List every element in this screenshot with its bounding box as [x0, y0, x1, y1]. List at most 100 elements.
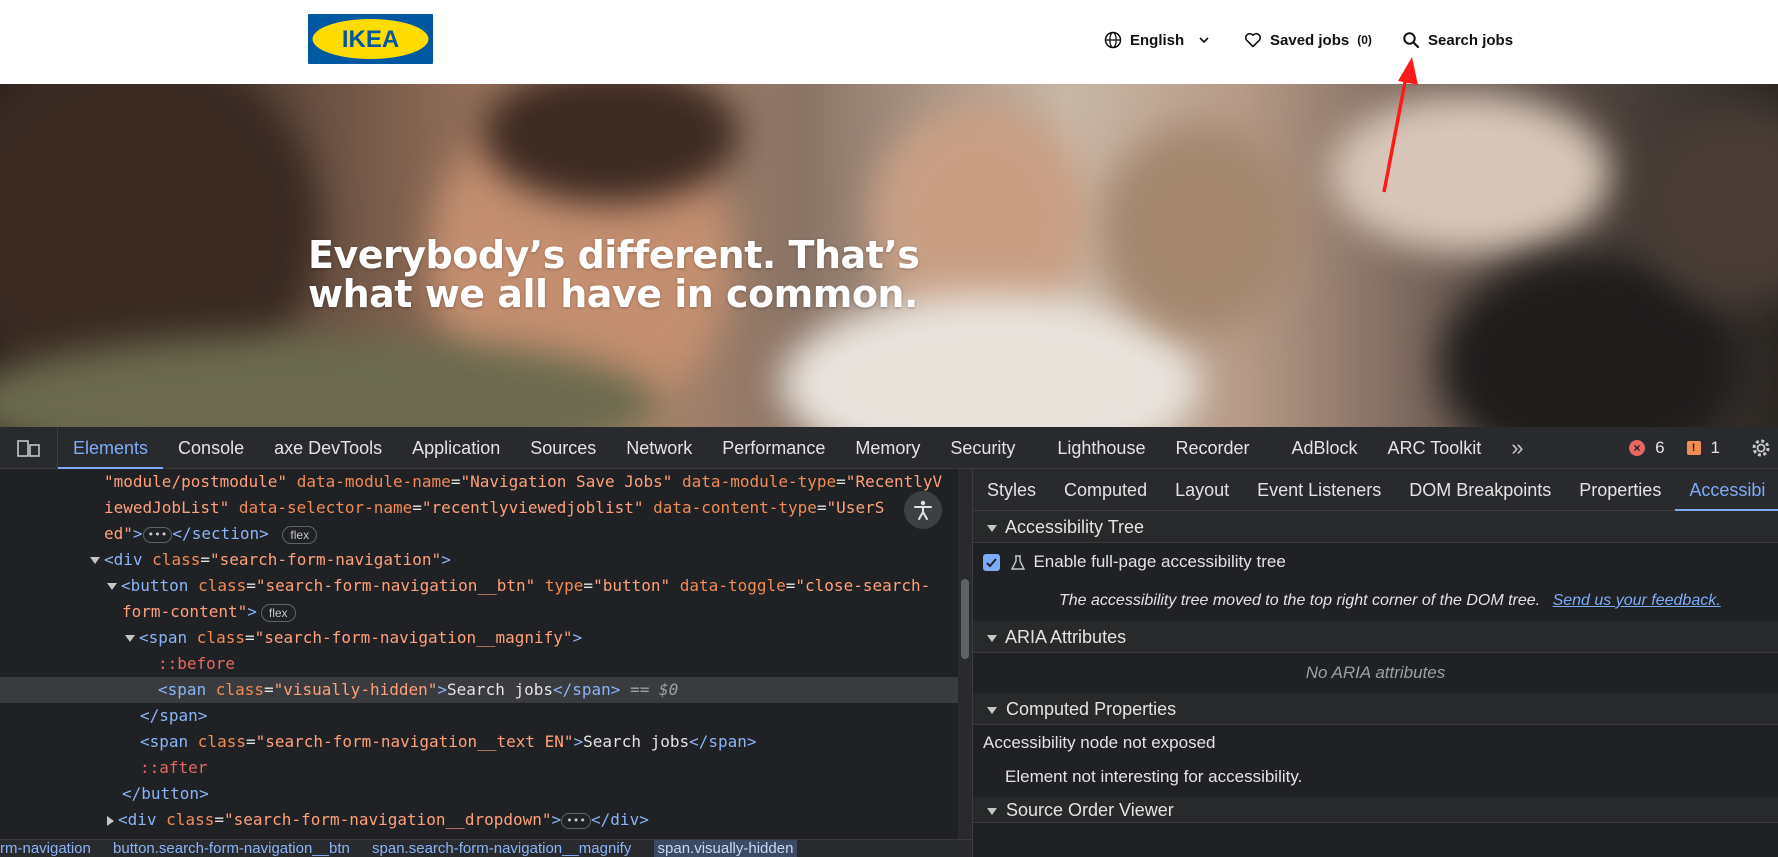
scrollbar-thumb[interactable]: [961, 579, 969, 659]
tab-properties[interactable]: Properties: [1565, 469, 1675, 511]
saved-jobs-count: (0): [1357, 33, 1372, 47]
section-title: Accessibility Tree: [1005, 517, 1145, 537]
section-title: ARIA Attributes: [1005, 627, 1127, 647]
dom-class-value: search-form-navigation__text EN: [265, 732, 564, 751]
dom-pseudo-before: ::before: [158, 654, 236, 673]
gear-icon[interactable]: [1750, 437, 1772, 459]
dom-line[interactable]: <div class="search-form-navigation">: [0, 547, 958, 573]
tab-styles[interactable]: Styles: [973, 469, 1050, 511]
dom-line[interactable]: iewedJobList" data-selector-name="recent…: [0, 495, 958, 521]
dom-closing-tag: </span>: [553, 680, 621, 699]
search-jobs-label: Search jobs: [1428, 31, 1514, 49]
tab-sources[interactable]: Sources: [515, 427, 611, 469]
side-pane: Styles Computed Layout Event Listeners D…: [972, 469, 1778, 857]
more-tabs-button[interactable]: »: [1496, 427, 1538, 469]
accessibility-person-icon[interactable]: [904, 491, 942, 529]
hero-photo-shape: [1100, 124, 1300, 334]
dom-pseudo-after: ::after: [140, 758, 208, 777]
search-jobs-button[interactable]: Search jobs: [1402, 27, 1513, 53]
tab-network[interactable]: Network: [611, 427, 707, 469]
tab-arc-toolkit[interactable]: ARC Toolkit: [1373, 427, 1497, 469]
tab-computed[interactable]: Computed: [1050, 469, 1161, 511]
section-accessibility-tree[interactable]: Accessibility Tree: [973, 511, 1778, 543]
breadcrumb-item-selected[interactable]: span.visually-hidden: [653, 840, 798, 857]
expand-toggle[interactable]: [90, 557, 100, 564]
warning-count[interactable]: 1: [1711, 438, 1720, 458]
chevron-down-icon: [1199, 37, 1209, 44]
tab-performance[interactable]: Performance: [707, 427, 840, 469]
collapsed-content[interactable]: •••: [561, 812, 592, 829]
dom-line[interactable]: </span>: [0, 703, 958, 729]
tab-dom-breakpoints[interactable]: DOM Breakpoints: [1395, 469, 1565, 511]
search-icon: [1403, 32, 1420, 49]
dom-class-value: search-form-navigation__dropdown: [233, 810, 542, 829]
dom-class-value: search-form-navigation: [219, 550, 432, 569]
dom-line[interactable]: <div class="search-form-navigation__drop…: [0, 807, 958, 833]
breadcrumb-item[interactable]: button.search-form-navigation__btn: [113, 840, 350, 857]
dom-line[interactable]: "module/postmodule" data-module-name="Na…: [0, 469, 958, 495]
site-header: IKEA English Saved jobs (0) Search jobs: [0, 0, 1778, 84]
dom-line[interactable]: <span class="search-form-navigation__mag…: [0, 625, 958, 651]
dom-line[interactable]: form-content"> flex: [0, 599, 958, 625]
section-title: Computed Properties: [1006, 699, 1177, 719]
dom-line-selected[interactable]: <span class="visually-hidden">Search job…: [0, 677, 958, 703]
dom-line[interactable]: </button>: [0, 781, 958, 807]
tab-event-listeners[interactable]: Event Listeners: [1243, 469, 1395, 511]
dom-attr-value: "RecentlyV: [845, 472, 943, 491]
saved-jobs-link[interactable]: Saved jobs (0): [1244, 27, 1372, 53]
dom-class-value: visually-hidden: [283, 680, 428, 699]
dom-text-node: Search jobs: [447, 680, 553, 699]
dom-line[interactable]: <span class="search-form-navigation__tex…: [0, 729, 958, 755]
expand-toggle[interactable]: [107, 815, 114, 826]
dom-closing-tag: </section>: [172, 524, 269, 543]
dom-line[interactable]: ::before: [0, 651, 958, 677]
breadcrumb-item[interactable]: rm-navigation: [0, 840, 91, 857]
collapsed-content[interactable]: •••: [142, 526, 173, 543]
expand-toggle[interactable]: [107, 583, 117, 590]
tab-accessibility[interactable]: Accessibi: [1675, 469, 1778, 511]
dom-tree[interactable]: "module/postmodule" data-module-name="Na…: [0, 469, 958, 839]
dom-closing-tag: </span>: [689, 732, 757, 751]
dom-line[interactable]: <button class="search-form-navigation__b…: [0, 573, 958, 599]
flex-badge[interactable]: flex: [260, 603, 296, 622]
tab-layout[interactable]: Layout: [1161, 469, 1243, 511]
section-aria-attributes[interactable]: ARIA Attributes: [973, 621, 1778, 653]
tab-lighthouse[interactable]: Lighthouse: [1042, 427, 1160, 469]
breadcrumb-item[interactable]: span.search-form-navigation__magnify: [372, 840, 631, 857]
enable-tree-checkbox[interactable]: [983, 554, 1000, 572]
dom-scrollbar[interactable]: [958, 469, 972, 839]
dom-attr-value: iewedJobList: [104, 498, 220, 517]
tab-axe-devtools[interactable]: axe DevTools: [259, 427, 397, 469]
dom-line[interactable]: ::after: [0, 755, 958, 781]
expand-toggle[interactable]: [125, 635, 135, 642]
selected-node-ref: == $0: [630, 680, 679, 699]
tab-console[interactable]: Console: [163, 427, 259, 469]
enable-tree-row: Enable full-page accessibility tree: [973, 543, 1778, 581]
ikea-logo[interactable]: IKEA: [308, 14, 433, 64]
warning-icon[interactable]: !: [1686, 441, 1701, 455]
device-toolbar-toggle[interactable]: [0, 426, 58, 469]
dom-line[interactable]: ed"> ••• </section> flex: [0, 521, 958, 547]
tab-elements[interactable]: Elements: [58, 427, 164, 469]
moved-note-row: The accessibility tree moved to the top …: [973, 581, 1778, 621]
error-icon[interactable]: ×: [1629, 440, 1646, 456]
error-count[interactable]: 6: [1655, 438, 1664, 458]
tab-security[interactable]: Security: [935, 427, 1030, 469]
feedback-link[interactable]: Send us your feedback.: [1553, 592, 1721, 609]
section-title: Source Order Viewer: [1006, 800, 1174, 820]
enable-tree-label[interactable]: Enable full-page accessibility tree: [1033, 552, 1285, 571]
hero-banner: Everybody’s different. That’s what we al…: [0, 84, 1778, 427]
language-selector[interactable]: English: [1104, 27, 1210, 53]
dom-closing-tag: </div>: [591, 810, 649, 829]
section-computed-properties[interactable]: Computed Properties: [973, 693, 1778, 725]
dom-attr-value: "Navigation Save Jobs": [460, 472, 673, 491]
tab-application[interactable]: Application: [397, 427, 515, 469]
flex-badge[interactable]: flex: [282, 525, 318, 544]
dom-attr-value: close-search-: [805, 576, 931, 595]
logo-text: IKEA: [342, 26, 399, 53]
section-source-order-viewer[interactable]: Source Order Viewer: [973, 797, 1778, 823]
tab-memory[interactable]: Memory: [840, 427, 935, 469]
tab-recorder[interactable]: Recorder: [1160, 427, 1264, 469]
devtools-tab-bar: Elements Console axe DevTools Applicatio…: [0, 426, 1778, 469]
tab-adblock[interactable]: AdBlock: [1276, 427, 1372, 469]
